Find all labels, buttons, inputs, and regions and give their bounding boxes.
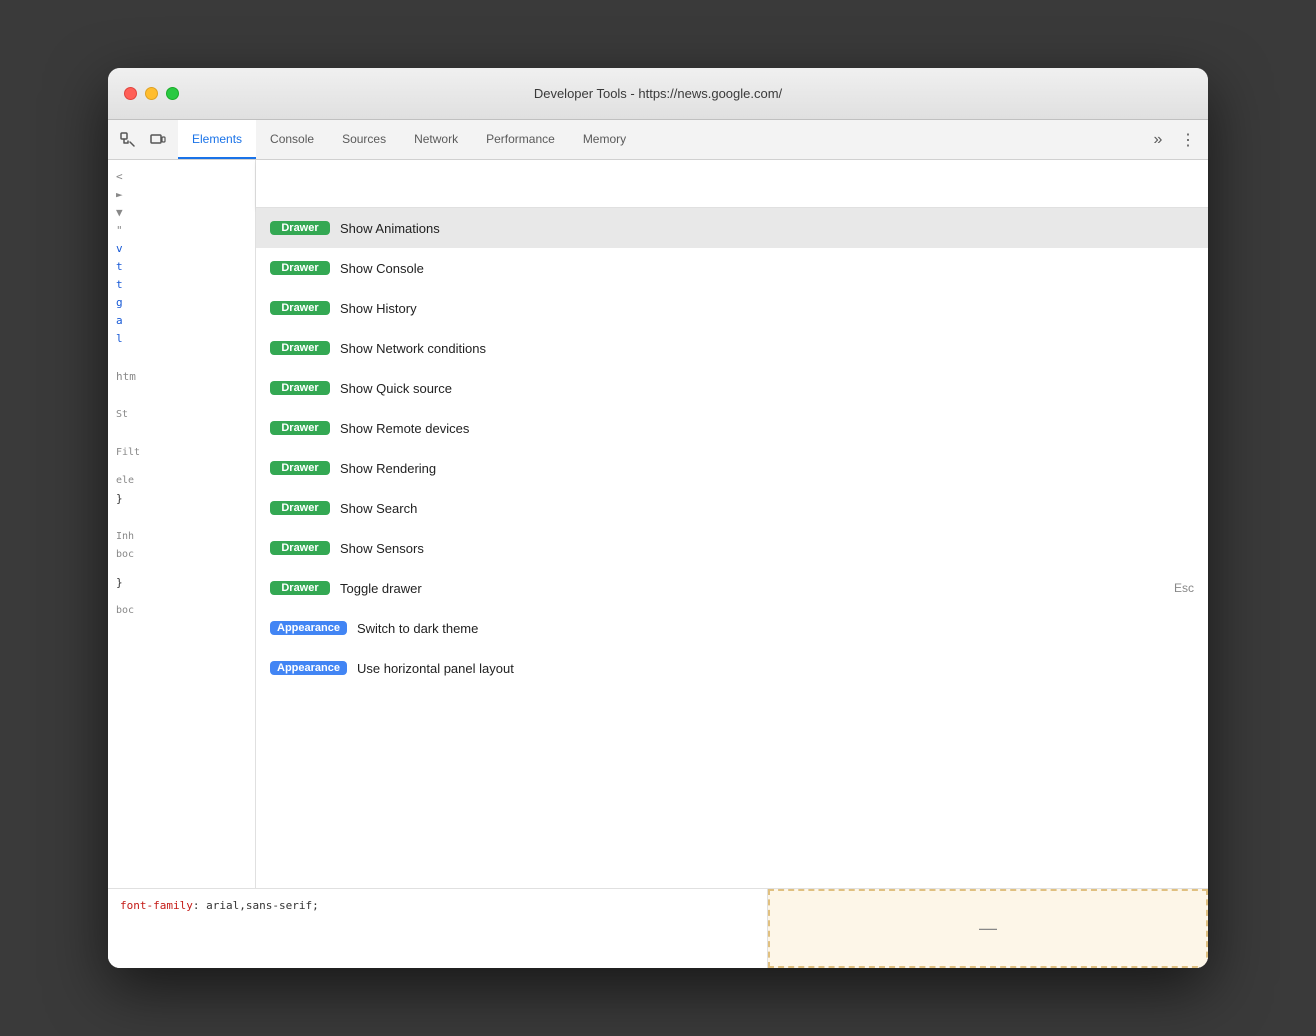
code-line: ►: [108, 186, 255, 204]
toolbar-tabs: Elements Console Sources Network Perform…: [178, 120, 1138, 159]
code-line: Inh: [108, 528, 255, 546]
command-label: Toggle drawer: [340, 581, 1164, 596]
command-palette: DrawerShow AnimationsDrawerShow ConsoleD…: [256, 160, 1208, 888]
command-label: Show Sensors: [340, 541, 1194, 556]
command-badge-drawer: Drawer: [270, 541, 330, 555]
command-label: Show Rendering: [340, 461, 1194, 476]
devtools-window: Developer Tools - https://news.google.co…: [108, 68, 1208, 968]
command-label: Switch to dark theme: [357, 621, 1194, 636]
command-item[interactable]: Drawer Show Sensors: [256, 528, 1208, 568]
code-line: l: [108, 330, 255, 348]
command-badge-drawer: Drawer: [270, 301, 330, 315]
command-item[interactable]: Appearance Switch to dark theme: [256, 608, 1208, 648]
window-title: Developer Tools - https://news.google.co…: [534, 86, 782, 101]
code-line: }: [108, 490, 255, 508]
more-tabs-button[interactable]: »: [1144, 126, 1172, 154]
toolbar-icons: [108, 126, 178, 154]
command-label: Show Quick source: [340, 381, 1194, 396]
command-item[interactable]: Drawer Show Console: [256, 248, 1208, 288]
elements-panel: < ► ▼ " v t t g a l htm St Filt ele }: [108, 160, 256, 888]
code-line: g: [108, 294, 255, 312]
code-line: <: [108, 168, 255, 186]
css-property: font-family: [120, 899, 193, 912]
command-item[interactable]: Drawer Show Quick source: [256, 368, 1208, 408]
code-line: t: [108, 258, 255, 276]
tab-elements[interactable]: Elements: [178, 120, 256, 159]
toolbar: Elements Console Sources Network Perform…: [108, 120, 1208, 160]
command-item[interactable]: Drawer Show Animations: [256, 208, 1208, 248]
command-label: Show Network conditions: [340, 341, 1194, 356]
close-button[interactable]: [124, 87, 137, 100]
devtools-panel: Elements Console Sources Network Perform…: [108, 120, 1208, 968]
tab-console[interactable]: Console: [256, 120, 328, 159]
command-input-area[interactable]: [256, 160, 1208, 208]
command-badge-appearance: Appearance: [270, 661, 347, 675]
code-line: boc: [108, 602, 255, 620]
command-badge-drawer: Drawer: [270, 381, 330, 395]
command-label: Show Remote devices: [340, 421, 1194, 436]
command-badge-drawer: Drawer: [270, 461, 330, 475]
command-item[interactable]: Drawer Show Search: [256, 488, 1208, 528]
code-line: boc: [108, 546, 255, 564]
bottom-area: font-family: arial,sans-serif; —: [108, 888, 1208, 968]
main-content: < ► ▼ " v t t g a l htm St Filt ele }: [108, 160, 1208, 888]
device-toolbar-button[interactable]: [144, 126, 172, 154]
maximize-button[interactable]: [166, 87, 179, 100]
traffic-lights: [124, 87, 179, 100]
command-item[interactable]: Drawer Toggle drawer Esc: [256, 568, 1208, 608]
command-shortcut: Esc: [1174, 581, 1194, 595]
code-line: ele: [108, 472, 255, 490]
inspect-element-button[interactable]: [114, 126, 142, 154]
command-item[interactable]: Drawer Show Network conditions: [256, 328, 1208, 368]
tab-sources[interactable]: Sources: [328, 120, 400, 159]
code-line: htm: [108, 368, 255, 386]
command-item[interactable]: Drawer Show History: [256, 288, 1208, 328]
command-badge-appearance: Appearance: [270, 621, 347, 635]
command-search-input[interactable]: [268, 176, 1196, 192]
command-badge-drawer: Drawer: [270, 501, 330, 515]
command-badge-drawer: Drawer: [270, 261, 330, 275]
code-line: Filt: [108, 444, 255, 462]
title-bar: Developer Tools - https://news.google.co…: [108, 68, 1208, 120]
command-badge-drawer: Drawer: [270, 221, 330, 235]
code-line: t: [108, 276, 255, 294]
code-line: v: [108, 240, 255, 258]
minimize-button[interactable]: [145, 87, 158, 100]
command-badge-drawer: Drawer: [270, 581, 330, 595]
tab-performance[interactable]: Performance: [472, 120, 569, 159]
command-label: Use horizontal panel layout: [357, 661, 1194, 676]
dash-indicator: —: [979, 918, 997, 939]
command-label: Show History: [340, 301, 1194, 316]
tab-memory[interactable]: Memory: [569, 120, 640, 159]
toolbar-right: » ⋮: [1138, 126, 1208, 154]
command-label: Show Animations: [340, 221, 1194, 236]
tab-network[interactable]: Network: [400, 120, 472, 159]
code-line: a: [108, 312, 255, 330]
devtools-menu-button[interactable]: ⋮: [1174, 126, 1202, 154]
command-label: Show Console: [340, 261, 1194, 276]
code-line: St: [108, 406, 255, 424]
command-badge-drawer: Drawer: [270, 421, 330, 435]
command-item[interactable]: Drawer Show Rendering: [256, 448, 1208, 488]
bottom-preview-panel: —: [768, 889, 1208, 968]
command-item[interactable]: Appearance Use horizontal panel layout: [256, 648, 1208, 688]
code-line: ": [108, 222, 255, 240]
code-line: ▼: [108, 204, 255, 222]
command-list: DrawerShow AnimationsDrawerShow ConsoleD…: [256, 208, 1208, 888]
code-line: }: [108, 574, 255, 592]
command-item[interactable]: Drawer Show Remote devices: [256, 408, 1208, 448]
command-label: Show Search: [340, 501, 1194, 516]
bottom-code-panel: font-family: arial,sans-serif;: [108, 889, 768, 968]
command-badge-drawer: Drawer: [270, 341, 330, 355]
